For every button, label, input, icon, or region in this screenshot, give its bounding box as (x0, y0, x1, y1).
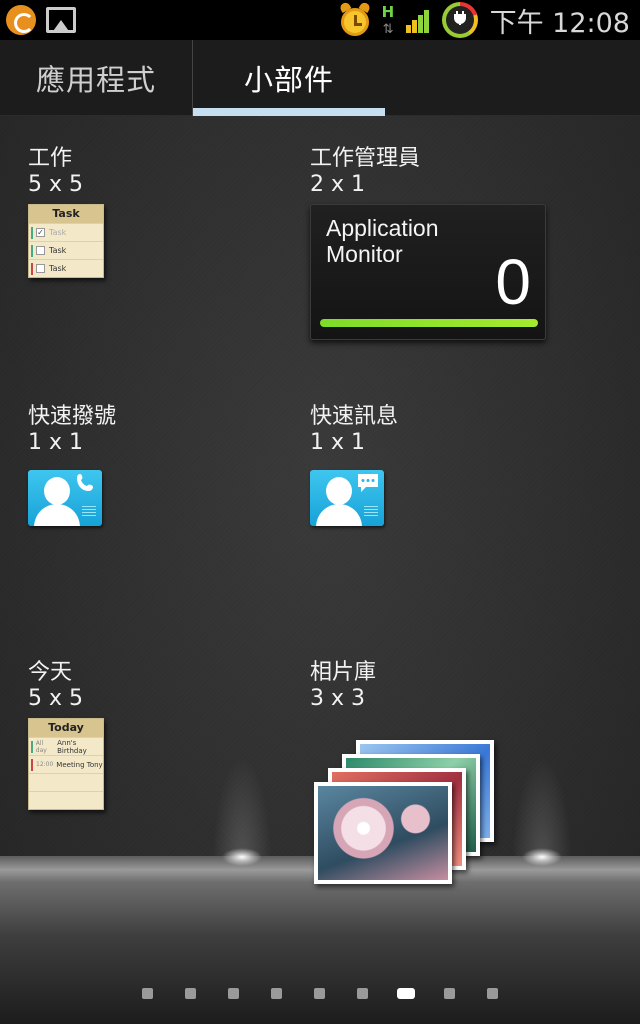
widget-name: 快速撥號 (28, 404, 117, 429)
widget-name: 相片庫 (310, 660, 377, 685)
contact-message-icon (310, 470, 384, 526)
page-indicator (0, 986, 640, 999)
picture-notification-icon (46, 7, 76, 33)
page-dot[interactable] (314, 988, 325, 999)
widget-size: 1 x 1 (28, 430, 83, 455)
app-monitor-title: Application Monitor (326, 215, 439, 267)
data-indicator-label: H (381, 3, 395, 21)
task-preview-header: Task (29, 205, 103, 223)
widget-item-task[interactable]: 工作 5 x 5 Task ✓ Task Task Task (28, 140, 278, 290)
task-widget-preview: Task ✓ Task Task Task (28, 204, 104, 278)
widget-item-gallery[interactable]: 相片庫 3 x 3 (310, 654, 610, 884)
page-dot-current[interactable] (397, 988, 415, 999)
page-dot[interactable] (228, 988, 239, 999)
battery-charging-icon (441, 2, 478, 38)
task-preview-row: Task (29, 241, 103, 259)
contact-phone-icon (28, 470, 102, 526)
widget-size: 5 x 5 (28, 686, 83, 711)
widget-item-speed-message[interactable]: 快速訊息 1 x 1 (310, 398, 560, 528)
data-arrows-label: ⇅ (382, 22, 394, 37)
checkbox-icon (36, 264, 45, 273)
widget-size: 2 x 1 (310, 172, 365, 197)
today-preview-row: 12:00 Meeting Tony (29, 755, 103, 773)
status-clock: 下午 12:08 (489, 7, 630, 39)
today-preview-header: Today (29, 719, 103, 737)
page-dot[interactable] (444, 988, 455, 999)
status-bar: H ⇅ 下午 12:08 (0, 0, 640, 40)
page-dot[interactable] (271, 988, 282, 999)
tab-apps[interactable]: 應用程式 (0, 40, 192, 116)
task-preview-row: ✓ Task (29, 223, 103, 241)
today-widget-preview: Today All day Ann's Birthday 12:00 Meeti… (28, 718, 104, 810)
page-dot[interactable] (487, 988, 498, 999)
page-dot[interactable] (142, 988, 153, 999)
today-preview-row: All day Ann's Birthday (29, 737, 103, 755)
app-monitor-count: 0 (495, 246, 531, 318)
widget-name: 工作管理員 (310, 146, 421, 171)
widget-grid: 工作 5 x 5 Task ✓ Task Task Task 工作管理員 2 x… (0, 116, 640, 1024)
checkbox-icon (36, 246, 45, 255)
task-preview-row: Task (29, 259, 103, 277)
app-monitor-preview: Application Monitor 0 (310, 204, 546, 340)
checked-box-icon: ✓ (36, 228, 45, 237)
app-monitor-meter (320, 319, 538, 327)
widget-item-task-manager[interactable]: 工作管理員 2 x 1 Application Monitor 0 (310, 140, 610, 350)
widget-size: 3 x 3 (310, 686, 365, 711)
widget-item-speed-dial[interactable]: 快速撥號 1 x 1 (28, 398, 278, 528)
tab-widgets[interactable]: 小部件 (193, 40, 385, 116)
widget-name: 工作 (28, 146, 73, 171)
alarm-clock-icon (338, 1, 372, 37)
orange-notification-icon (6, 5, 36, 35)
hspa-data-icon: H ⇅ (380, 3, 398, 37)
page-dot[interactable] (357, 988, 368, 999)
widget-name: 今天 (28, 660, 73, 685)
widget-size: 1 x 1 (310, 430, 365, 455)
signal-strength-icon (405, 7, 434, 33)
widget-name: 快速訊息 (310, 404, 399, 429)
shelf-light-left (222, 848, 262, 866)
widget-size: 5 x 5 (28, 172, 83, 197)
page-dot[interactable] (185, 988, 196, 999)
widget-item-today[interactable]: 今天 5 x 5 Today All day Ann's Birthday 12… (28, 654, 278, 810)
tab-bar: 應用程式 小部件 (0, 40, 640, 116)
active-tab-indicator (193, 108, 385, 116)
